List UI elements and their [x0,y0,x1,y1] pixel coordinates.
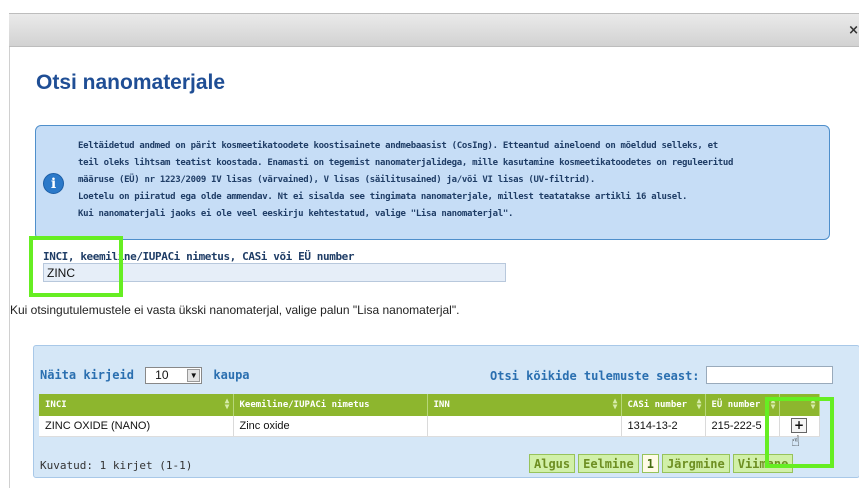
truncated-top-text [0,0,859,14]
table-header-row: INCI ▲ ▼ Keemiline/IUPACi nimetus INN ▲ ▼ CA… [39,394,820,416]
table-row: ZINC OXIDE (NANO) Zinc oxide 1314-13-2 2… [39,416,820,437]
column-header-cas[interactable]: CASi number ▲ ▼ [621,394,706,416]
info-line: Kui nanomaterjali jaoks ei ole veel eesk… [78,209,514,219]
dialog-titlebar: × [9,13,859,47]
page-size-select[interactable]: 10 ▼ [145,367,203,384]
sort-icon: ▲ ▼ [224,396,230,411]
filter-input[interactable] [706,366,833,384]
sort-icon: ▲ ▼ [696,396,702,411]
show-entries-label: Näita kirjeid [40,368,134,382]
filter-label: Otsi kõikide tulemuste seast: [490,369,700,383]
pager-next[interactable]: Järgmine [661,454,730,473]
column-header-inn[interactable]: INN ▲ ▼ [427,394,622,416]
show-entries-control: Näita kirjeid 10 ▼ kaupa [40,367,250,384]
pager-previous[interactable]: Eelmine [578,454,639,473]
highlight-box [29,236,123,297]
dropdown-arrow-icon[interactable]: ▼ [187,369,201,382]
info-line: Loetelu on piiratud ega olde ammendav. N… [78,192,688,202]
info-line: Eeltäidetud andmed on pärit kosmeetikato… [78,141,718,151]
cell-inci: ZINC OXIDE (NANO) [39,416,234,437]
info-line: määruse (EÜ) nr 1223/2009 IV lisas (värv… [78,175,595,185]
results-panel: Näita kirjeid 10 ▼ kaupa Otsi kõikide tul… [33,345,859,478]
cell-chemical-name: Zinc oxide [233,416,428,437]
cell-cas: 1314-13-2 [621,416,706,437]
info-line: teil oleks lihtsam teatist koostada. Ena… [78,158,734,168]
column-header-inci[interactable]: INCI ▲ ▼ [39,394,234,416]
pager-first[interactable]: Algus [529,454,576,473]
info-box: i Eeltäidetud andmed on pärit kosmeetika… [35,125,830,240]
results-table: INCI ▲ ▼ Keemiline/IUPACi nimetus INN ▲ ▼ CA… [39,394,820,437]
page-size-value: 10 [155,368,169,382]
per-page-label: kaupa [213,368,250,382]
info-icon: i [43,173,64,194]
no-results-text: Kui otsingutulemustele ei vasta ükski na… [10,303,460,317]
cell-inn [427,416,622,437]
info-text: Eeltäidetud andmed on pärit kosmeetikato… [78,138,823,223]
pagination: Algus Eelmine 1 Järgmine Viimane [529,454,794,473]
close-icon[interactable]: × [848,23,859,38]
dialog-title: Otsi nanomaterjale [36,71,226,94]
pager-page-1[interactable]: 1 [641,454,659,473]
search-nanomaterials-dialog: Otsi nanomaterjale i Eeltäidetud andmed … [9,47,859,488]
records-count: Kuvatud: 1 kirjet (1-1) [40,459,193,472]
column-header-chemical-name[interactable]: Keemiline/IUPACi nimetus [233,394,428,416]
highlight-box [765,397,834,468]
sort-icon: ▲ ▼ [612,396,618,411]
